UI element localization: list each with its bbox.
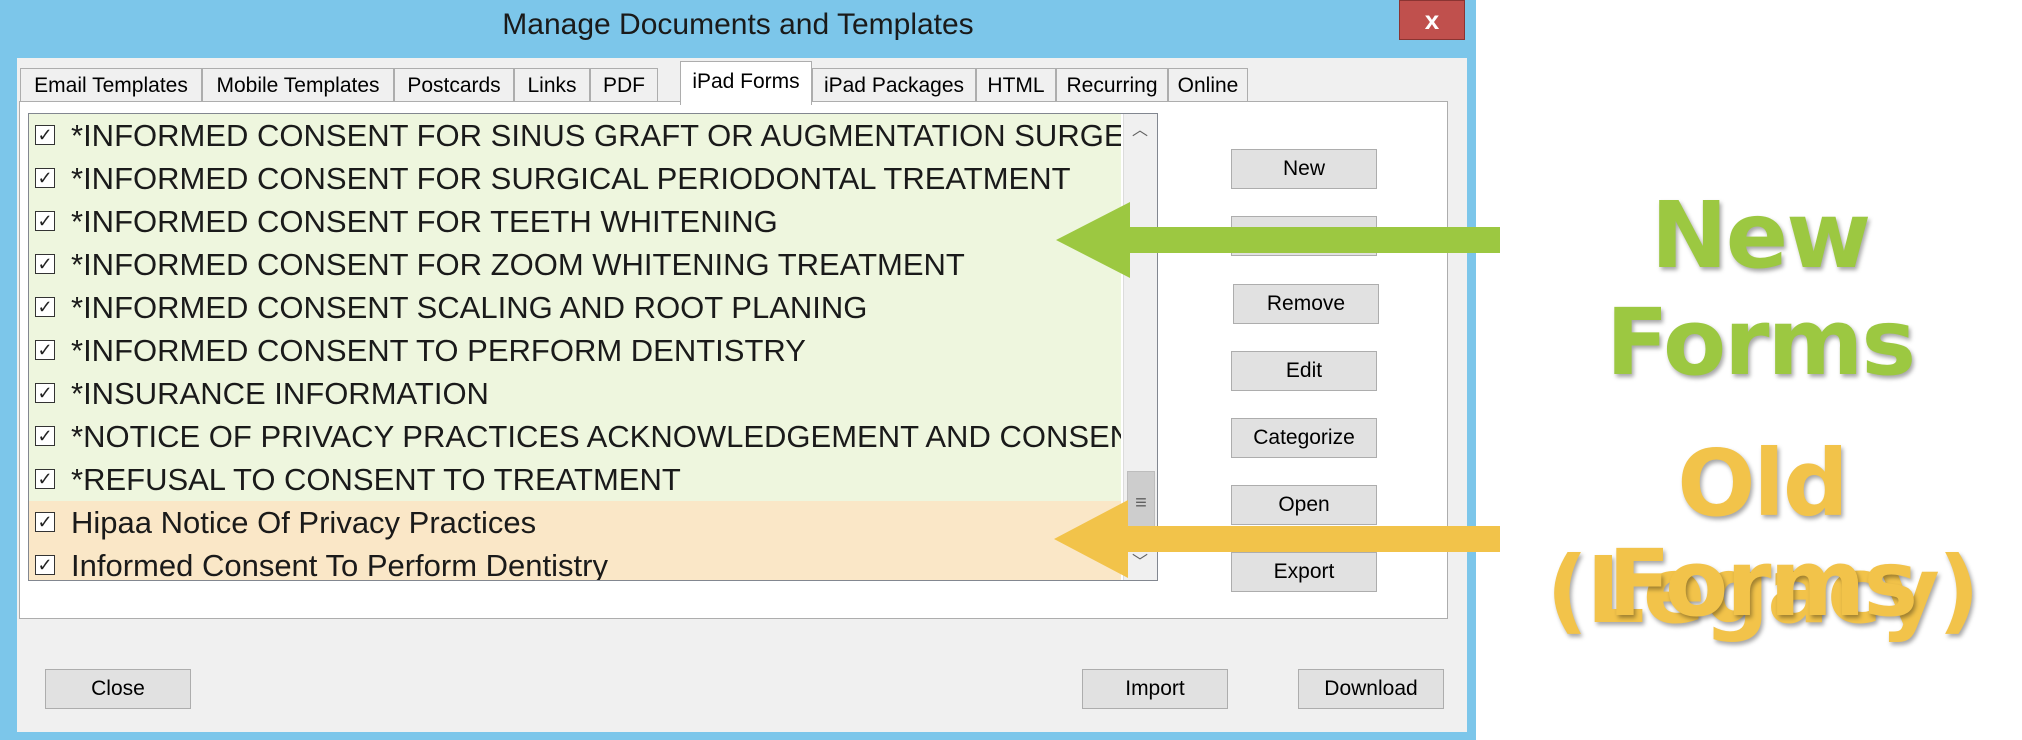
new-forms-arrow-icon [1056, 202, 1500, 278]
old-forms-label-line2: Forms [1607, 530, 1918, 637]
new-forms-label: New Forms [1605, 182, 1916, 396]
old-forms-annotation: Old (Legacy) Forms [1512, 430, 2012, 644]
new-forms-annotation: New Forms [1530, 182, 1990, 396]
old-forms-arrow-icon [1054, 500, 1500, 578]
tab-ipad-forms[interactable]: iPad Forms [680, 61, 812, 105]
